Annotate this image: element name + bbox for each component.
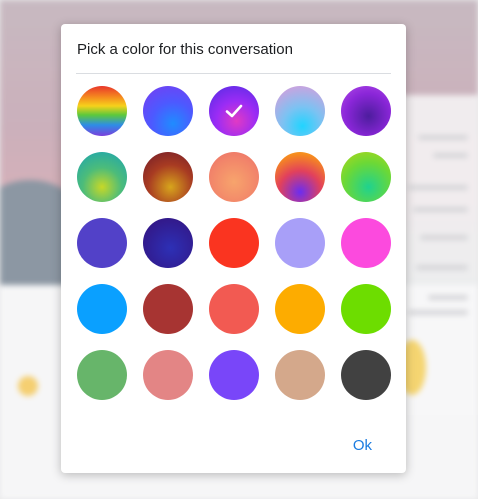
color-swatch-lime-teal-gradient[interactable] bbox=[341, 152, 391, 202]
color-swatch-brick-red[interactable] bbox=[143, 284, 193, 334]
dialog-title: Pick a color for this conversation bbox=[77, 41, 293, 58]
color-swatch-sky-blue[interactable] bbox=[77, 284, 127, 334]
ok-button[interactable]: Ok bbox=[353, 437, 372, 454]
color-swatch-sage-green[interactable] bbox=[77, 350, 127, 400]
color-swatch-indigo[interactable] bbox=[77, 218, 127, 268]
color-swatch-magenta[interactable] bbox=[341, 218, 391, 268]
color-swatch-dusty-rose[interactable] bbox=[143, 350, 193, 400]
color-swatch-rainbow[interactable] bbox=[77, 86, 127, 136]
color-swatch-maroon-gold-gradient[interactable] bbox=[143, 152, 193, 202]
title-divider bbox=[76, 73, 391, 74]
color-swatch-purple[interactable] bbox=[209, 350, 259, 400]
color-swatch-teal-yellow-gradient[interactable] bbox=[77, 152, 127, 202]
color-swatch-charcoal[interactable] bbox=[341, 350, 391, 400]
color-picker-dialog: Pick a color for this conversation Ok bbox=[61, 24, 406, 473]
color-swatch-red[interactable] bbox=[209, 218, 259, 268]
color-swatch-cyan-pink-gradient[interactable] bbox=[275, 86, 325, 136]
check-icon bbox=[225, 104, 243, 118]
color-swatch-violet-gradient[interactable] bbox=[341, 86, 391, 136]
color-swatch-purple-pink-gradient[interactable] bbox=[209, 86, 259, 136]
color-swatch-coral[interactable] bbox=[209, 284, 259, 334]
color-swatch-green[interactable] bbox=[341, 284, 391, 334]
color-swatch-tan[interactable] bbox=[275, 350, 325, 400]
color-swatch-blue-purple-gradient[interactable] bbox=[143, 86, 193, 136]
color-swatch-lavender[interactable] bbox=[275, 218, 325, 268]
color-swatch-fire-gradient[interactable] bbox=[275, 152, 325, 202]
color-swatch-amber[interactable] bbox=[275, 284, 325, 334]
color-swatch-peach-gradient[interactable] bbox=[209, 152, 259, 202]
color-swatch-deep-indigo[interactable] bbox=[143, 218, 193, 268]
